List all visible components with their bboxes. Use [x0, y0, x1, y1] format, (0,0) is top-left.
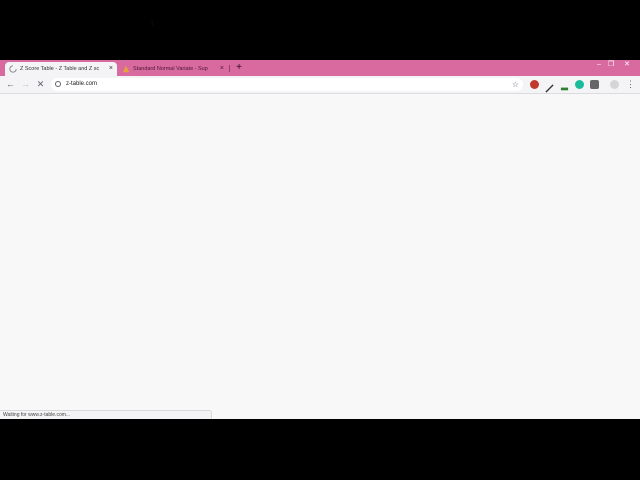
- menu-icon[interactable]: ⋮: [625, 79, 636, 90]
- tab-z-score-table[interactable]: Z Score Table - Z Table and Z sc ×: [5, 62, 117, 76]
- tab-close-icon[interactable]: ×: [220, 62, 224, 76]
- stop-loading-button[interactable]: ✕: [35, 79, 46, 90]
- browser-toolbar: ← → ✕ z-table.com ☆ ⋮: [0, 76, 640, 94]
- new-tab-button[interactable]: +: [234, 62, 244, 74]
- tab-close-icon[interactable]: ×: [109, 62, 113, 76]
- status-bubble: Waiting for www.z-table.com...: [0, 410, 212, 419]
- restore-button[interactable]: ❐: [604, 60, 618, 70]
- extension-red-icon[interactable]: [530, 80, 539, 89]
- screen: Z Score Table - Z Table and Z sc × Stand…: [0, 0, 640, 480]
- forward-button[interactable]: →: [20, 79, 31, 90]
- loading-spinner-icon: [9, 65, 17, 73]
- extension-pen-icon[interactable]: [545, 80, 554, 93]
- page-content: [0, 94, 640, 410]
- extension-gray-icon[interactable]: [590, 80, 599, 89]
- tab-separator: [229, 65, 230, 72]
- profile-avatar-icon[interactable]: [610, 80, 619, 89]
- tab-title: Z Score Table - Z Table and Z sc: [20, 66, 100, 72]
- bookmark-star-icon[interactable]: ☆: [512, 78, 519, 91]
- grammarly-icon[interactable]: [575, 80, 584, 89]
- text-cursor-icon: I: [151, 19, 154, 28]
- info-icon[interactable]: [55, 81, 61, 87]
- address-bar[interactable]: z-table.com ☆: [51, 78, 523, 91]
- url-text: z-table.com: [66, 81, 98, 87]
- warning-icon: [122, 65, 130, 73]
- close-window-button[interactable]: ✕: [620, 60, 634, 70]
- back-button[interactable]: ←: [5, 79, 16, 90]
- tab-standard-normal-variate[interactable]: Standard Normal Variate - Sup ×: [118, 62, 228, 76]
- tab-title: Standard Normal Variate - Sup: [133, 66, 208, 72]
- tab-strip: Z Score Table - Z Table and Z sc × Stand…: [0, 60, 640, 76]
- browser-window: Z Score Table - Z Table and Z sc × Stand…: [0, 60, 640, 419]
- extension-green-icon[interactable]: [560, 80, 569, 91]
